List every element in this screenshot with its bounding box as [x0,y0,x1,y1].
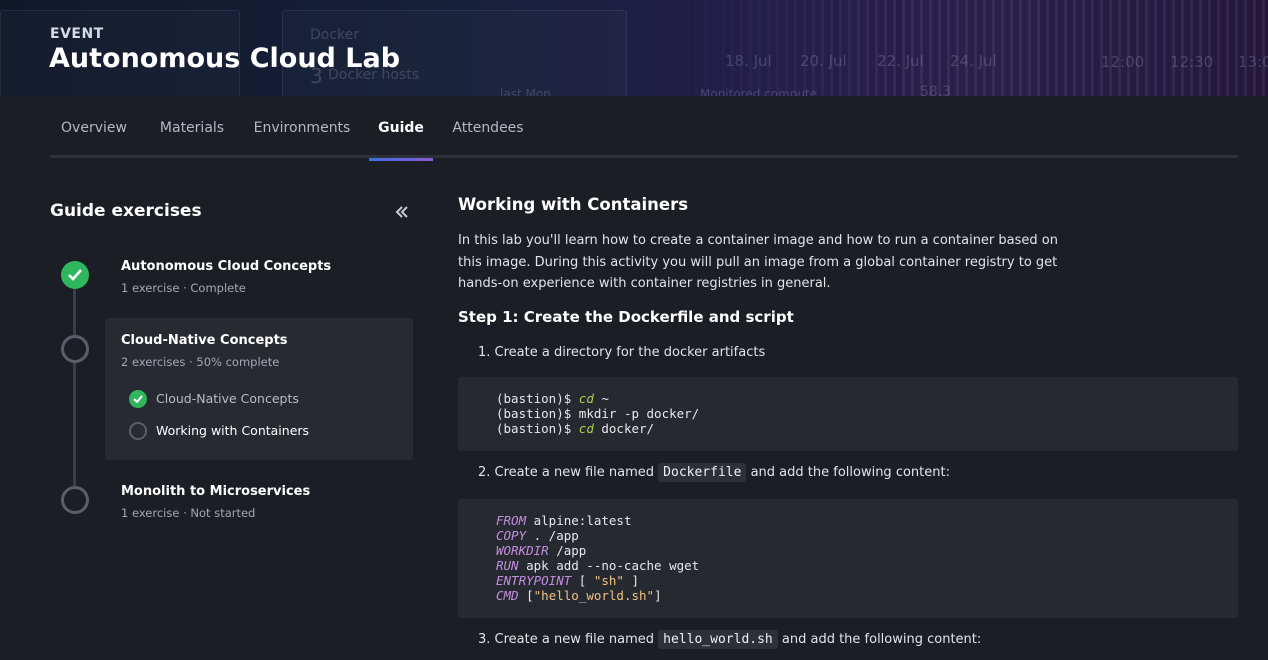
code-keyword: WORKDIR [496,543,549,558]
code-text: ] [623,573,640,588]
list-text: Create a new file named [494,632,659,647]
active-tab-indicator [369,158,433,161]
bg-text: 24. Jul [950,52,997,70]
list-number: 3. [478,632,491,647]
bg-text: 20. Jul [800,52,847,70]
tab-label: Guide [378,120,424,136]
step-subtitle: 2 exercises · 50% complete [121,355,280,369]
code-text: ~ [593,391,609,406]
step-subtitle: 1 exercise · Complete [121,281,246,295]
code-text: apk add --no-cache wget [518,558,700,573]
code-line: ENTRYPOINT [ "sh" ] [496,573,1238,588]
event-hero-banner: Docker 3 Docker hosts 18. Jul 20. Jul 22… [0,0,1268,96]
code-line: (bastion)$ cd docker/ [496,421,1238,436]
tab-overview[interactable]: Overview [50,100,138,158]
code-keyword: ENTRYPOINT [496,573,572,588]
tab-materials[interactable]: Materials [150,100,234,158]
sidebar-title: Guide exercises [50,201,202,221]
empty-circle-icon [61,486,89,514]
bg-text: Monitored compute [700,87,818,96]
bg-text: 22. Jul [877,52,924,70]
code-line: COPY . /app [496,528,1238,543]
inline-code: Dockerfile [658,463,747,482]
list-item: 3. Create a new file named hello_world.s… [478,630,982,649]
code-text: ] [654,588,662,603]
code-keyword: RUN [496,558,519,573]
code-string: "sh" [593,573,624,588]
code-line: CMD ["hello_world.sh"] [496,588,1238,603]
sidebar-subitem-working-with-containers[interactable]: Working with Containers [156,423,309,438]
code-block[interactable]: (bastion)$ cd ~ (bastion)$ mkdir -p dock… [458,377,1238,451]
bg-text: last Mon [500,87,551,96]
step-title[interactable]: Monolith to Microservices [121,484,310,499]
code-line: (bastion)$ mkdir -p docker/ [496,406,1238,421]
step-heading: Step 1: Create the Dockerfile and script [458,308,794,326]
tab-label: Attendees [452,120,524,136]
code-text: mkdir -p docker/ [578,406,700,421]
empty-circle-icon [129,422,147,440]
code-line: FROM alpine:latest [496,513,1238,528]
tab-guide[interactable]: Guide [369,100,433,161]
code-text: docker/ [593,421,655,436]
list-number: 1. [478,345,491,360]
code-block[interactable]: FROM alpine:latest COPY . /app WORKDIR /… [458,499,1238,618]
check-circle-icon [61,261,89,289]
inline-code: hello_world.sh [658,630,778,649]
event-label: EVENT [50,26,104,42]
empty-circle-icon [61,335,89,363]
step-subtitle: 1 exercise · Not started [121,506,256,520]
code-text: alpine:latest [526,513,632,528]
tab-attendees[interactable]: Attendees [446,100,530,158]
list-text: Create a new file named [494,465,659,480]
double-chevron-left-icon[interactable] [395,201,409,223]
list-text: and add the following content: [777,632,982,647]
code-string: "hello_world.sh" [533,588,655,603]
code-prompt: (bastion)$ [496,406,579,421]
code-text: . /app [526,528,579,543]
code-command: cd [578,421,594,436]
tab-label: Materials [159,120,225,136]
bg-chart-bars [668,0,1268,96]
bg-text: 12:30 [1170,53,1214,71]
bg-text: Docker [310,27,360,43]
list-text: Create a directory for the docker artifa… [494,345,766,360]
code-prompt: (bastion)$ [496,421,579,436]
list-number: 2. [478,465,491,480]
code-text: [ [571,573,594,588]
code-line: RUN apk add --no-cache wget [496,558,1238,573]
check-circle-icon [129,390,147,408]
code-line: (bastion)$ cd ~ [496,391,1238,406]
code-keyword: CMD [496,588,519,603]
guide-title: Working with Containers [458,195,689,214]
code-text: /app [548,543,587,558]
tab-label: Environments [253,120,351,136]
code-line: WORKDIR /app [496,543,1238,558]
bg-text: 12:00 [1101,53,1145,71]
page-title: Autonomous Cloud Lab [49,43,401,74]
list-item: 1. Create a directory for the docker art… [478,345,765,360]
code-keyword: FROM [496,513,527,528]
bg-text: 18. Jul [725,52,772,70]
tab-label: Overview [61,120,127,136]
list-item: 2. Create a new file named Dockerfile an… [478,463,950,482]
bg-text: 58.3 [920,84,952,96]
tab-environments[interactable]: Environments [246,100,358,158]
code-command: cd [578,391,594,406]
code-text: [ [518,588,534,603]
step-title[interactable]: Autonomous Cloud Concepts [121,259,331,274]
code-keyword: COPY [496,528,527,543]
code-prompt: (bastion)$ [496,391,579,406]
tab-bar: Overview Materials Environments Guide At… [50,100,1238,161]
timeline-line [73,272,76,502]
list-text: and add the following content: [746,465,950,480]
bg-text: 13:0 [1238,53,1268,71]
step-title[interactable]: Cloud-Native Concepts [121,333,288,348]
sidebar-subitem-cloud-native[interactable]: Cloud-Native Concepts [156,391,299,406]
intro-paragraph: In this lab you'll learn how to create a… [458,233,1058,291]
